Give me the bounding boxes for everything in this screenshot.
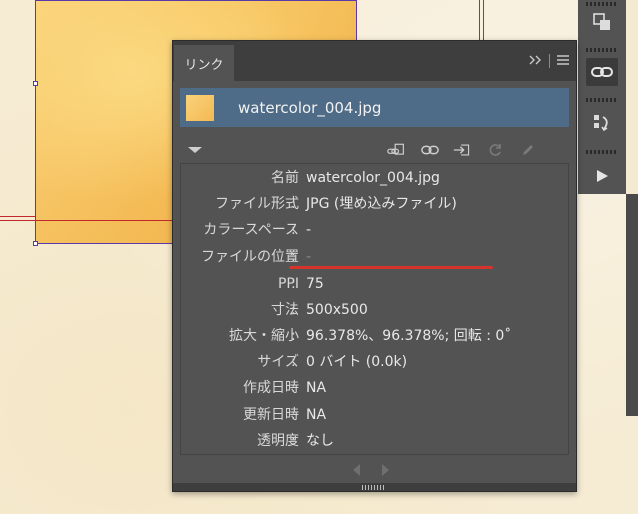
info-label: 拡大・縮小	[229, 328, 299, 344]
link-navigation	[353, 464, 389, 476]
info-row-ppi: PPI : 75	[181, 272, 570, 296]
info-colon: :	[291, 276, 296, 292]
info-value: NA	[306, 380, 327, 396]
hamburger-icon[interactable]	[556, 54, 570, 68]
info-label: ファイル形式	[215, 196, 299, 212]
dock-grip[interactable]	[586, 2, 618, 6]
go-to-link-icon[interactable]	[453, 142, 471, 158]
info-label: ファイルの位置	[201, 249, 299, 265]
next-link-icon[interactable]	[382, 464, 389, 476]
panel-tab-bar: リンク	[173, 41, 576, 81]
artboard-guide-vertical	[479, 0, 480, 40]
info-colon: :	[291, 380, 296, 396]
info-label: PPI	[277, 276, 299, 292]
info-row-created: 作成日時 : NA	[181, 376, 570, 400]
dock-grip[interactable]	[586, 98, 618, 102]
relink-from-libraries-icon[interactable]	[387, 142, 405, 158]
info-value: 500x500	[306, 302, 368, 318]
resize-grip[interactable]	[362, 485, 386, 490]
artboard-guide-horizontal	[0, 220, 172, 221]
info-row-color-space: カラースペース : -	[181, 218, 570, 242]
edit-original-icon[interactable]	[519, 142, 537, 158]
tab-links[interactable]: リンク	[174, 45, 234, 81]
info-colon: :	[291, 170, 296, 186]
dock-grip[interactable]	[586, 150, 618, 154]
info-colon: :	[291, 302, 296, 318]
info-value: 75	[306, 276, 324, 292]
info-value: なし	[306, 433, 334, 449]
update-link-icon[interactable]	[486, 142, 504, 158]
canvas-edge	[626, 0, 638, 194]
play-icon[interactable]	[586, 162, 618, 190]
relink-icon[interactable]	[421, 142, 439, 158]
previous-link-icon[interactable]	[353, 464, 360, 476]
info-colon: :	[291, 196, 296, 212]
artboard-guide-horizontal	[0, 216, 35, 217]
arrange-icon[interactable]	[586, 8, 618, 36]
transform-icon[interactable]	[586, 110, 618, 138]
info-row-modified: 更新日時 : NA	[181, 403, 570, 427]
bounding-box-handle[interactable]	[33, 241, 38, 246]
info-label: カラースペース	[203, 222, 299, 238]
info-colon: :	[291, 328, 296, 344]
info-value: 0 バイト (0.0k)	[306, 354, 408, 370]
double-chevron-right-icon[interactable]	[529, 54, 543, 68]
divider	[549, 54, 550, 68]
link-file-name: watercolor_004.jpg	[238, 98, 382, 117]
links-panel: リンク watercolor_004.jpg 名前: watercolor_0…	[172, 40, 577, 492]
info-row-name: 名前 : watercolor_004.jpg	[181, 166, 570, 190]
link-thumbnail	[186, 94, 214, 121]
info-value: watercolor_004.jpg	[306, 170, 440, 186]
show-link-info-toggle[interactable]	[188, 147, 202, 153]
bounding-box-handle[interactable]	[33, 81, 38, 86]
info-row-scale: 拡大・縮小 : 96.378%、96.378%; 回転 : 0˚	[181, 324, 570, 348]
info-value: -	[306, 222, 312, 238]
artboard-guide-vertical	[483, 0, 484, 40]
info-row-file-format: ファイル形式 : JPG (埋め込みファイル)	[181, 192, 570, 216]
adjacent-panel	[626, 194, 638, 416]
info-value: 96.378%、96.378%; 回転 : 0˚	[306, 328, 512, 344]
info-colon: :	[291, 354, 296, 370]
info-colon: :	[291, 222, 296, 238]
link-action-bar	[173, 139, 576, 161]
info-value: JPG (埋め込みファイル)	[306, 196, 457, 212]
info-row-transparency: 透明度 : なし	[181, 429, 570, 453]
info-colon: :	[291, 407, 296, 423]
link-info-section: 名前 : watercolor_004.jpg ファイル形式 : JPG (埋め…	[180, 163, 569, 455]
info-row-dimensions: 寸法 : 500x500	[181, 298, 570, 322]
info-row-size: サイズ : 0 バイト (0.0k)	[181, 350, 570, 374]
highlight-underline	[289, 266, 493, 269]
link-list-item[interactable]: watercolor_004.jpg	[180, 88, 569, 127]
tab-links-label: リンク	[184, 57, 224, 73]
dock-grip[interactable]	[586, 48, 618, 52]
panel-bottom-bar	[173, 483, 576, 491]
links-icon[interactable]	[586, 58, 618, 86]
info-value: NA	[306, 407, 327, 423]
panel-dock	[578, 0, 626, 194]
info-colon: :	[291, 433, 296, 449]
panel-controls	[529, 53, 570, 69]
